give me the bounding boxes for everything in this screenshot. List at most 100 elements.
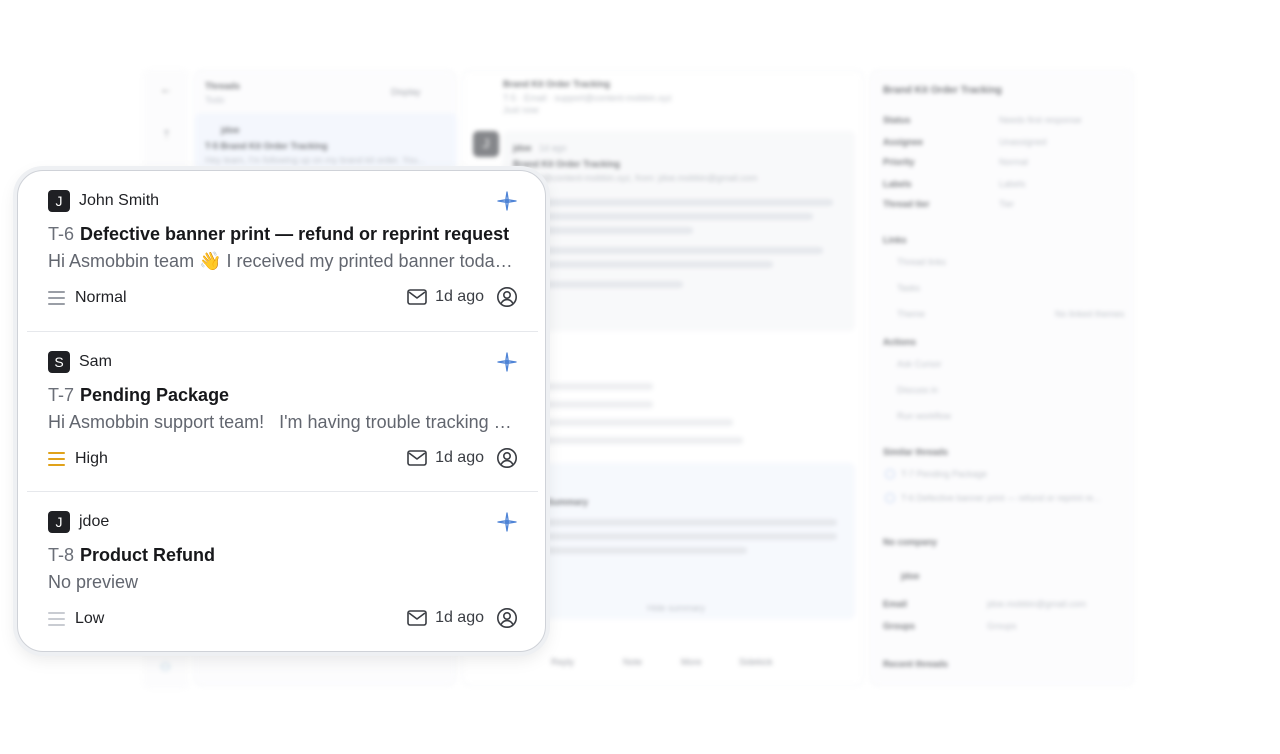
priority-label: Normal xyxy=(75,289,127,306)
user-circle-icon[interactable] xyxy=(496,286,518,308)
email-value: jdoe.mobbin@gmail.com xyxy=(987,599,1087,609)
thread-meta: 1d ago xyxy=(407,286,518,308)
sparkle-icon[interactable] xyxy=(496,511,518,533)
thread-title-row: T-6 Defective banner print — refund or re… xyxy=(48,222,518,246)
user-circle-icon[interactable] xyxy=(496,607,518,629)
user-icon: ⚇ xyxy=(160,660,171,674)
side-field-value: Unassigned xyxy=(999,137,1047,147)
no-themes: No linked themes xyxy=(1055,309,1125,319)
thread-preview: Hi Asmobbin support team! I'm having tro… xyxy=(48,412,518,432)
note-button: Note xyxy=(623,657,643,667)
thread-author: John Smith xyxy=(79,192,160,209)
thread-title-row: T-7 Pending Package xyxy=(48,383,518,407)
priority-low-icon xyxy=(48,612,65,626)
user-circle-icon[interactable] xyxy=(496,447,518,469)
thread-item[interactable]: J jdoe T-8 Product Refund No preview Low … xyxy=(27,491,538,651)
thread-preview: No preview xyxy=(48,572,139,592)
thread-time: 1d ago xyxy=(435,449,484,466)
thread-time: 1d ago xyxy=(435,609,484,626)
activity-line xyxy=(533,419,733,426)
thread-item[interactable]: S Sam T-7 Pending Package Hi Asmobbin sup… xyxy=(27,331,538,491)
run-workflow: Run workflow xyxy=(897,411,952,421)
conv-sub2: Just now xyxy=(503,105,539,115)
msg-time: 1d ago xyxy=(539,143,567,153)
priority-indicator[interactable]: Low xyxy=(48,609,104,629)
bg-avatar: J xyxy=(473,131,499,157)
thread-links: Thread links xyxy=(897,257,947,267)
thread-id: T-7 xyxy=(48,385,75,405)
msg-author: jdoe xyxy=(513,143,532,153)
groups-label: Groups xyxy=(883,621,916,631)
display-button: Display xyxy=(391,87,421,97)
activity-line xyxy=(533,383,653,390)
activity-line xyxy=(533,437,743,444)
summary-line xyxy=(547,519,837,526)
msg-text-line xyxy=(513,261,773,268)
side-field-key: Status xyxy=(883,115,911,125)
status-dot-icon xyxy=(885,469,895,479)
msg-to: support@content-mobbin.xyz, from: jdoe.m… xyxy=(513,173,758,183)
thread-author: jdoe xyxy=(79,513,110,530)
recent-threads: Recent threads xyxy=(883,659,949,669)
priority-indicator[interactable]: High xyxy=(48,449,108,469)
thread-list-card: J John Smith T-6 Defective banner print —… xyxy=(17,170,546,652)
thread-id: T-6 xyxy=(48,224,75,244)
similar-thread-2: T-6 Defective banner print — refund or r… xyxy=(901,493,1101,503)
discuss-in: Discuss in xyxy=(897,385,939,395)
side-title: Brand Kit Order Tracking xyxy=(883,85,1002,96)
details-panel: Brand Kit Order Tracking Status Needs fi… xyxy=(870,70,1134,686)
bg-thread-author: jdoe xyxy=(221,125,240,135)
more-button: More xyxy=(681,657,702,667)
mail-icon xyxy=(407,289,427,305)
bg-thread-preview: Hey team, I'm following up on my brand k… xyxy=(205,155,425,165)
thread-item[interactable]: J John Smith T-6 Defective banner print —… xyxy=(27,171,538,331)
avatar: J xyxy=(48,190,70,212)
thread-title: Defective banner print — refund or repri… xyxy=(80,224,510,244)
priority-high-icon xyxy=(48,452,65,466)
priority-label: High xyxy=(75,450,108,467)
msg-text-line xyxy=(513,199,833,206)
links-label: Links xyxy=(883,235,907,245)
sparkle-icon[interactable] xyxy=(496,190,518,212)
summary-box xyxy=(533,463,855,619)
side-field-value: Needs first response xyxy=(999,115,1082,125)
summary-line xyxy=(547,533,837,540)
mail-icon xyxy=(407,610,427,626)
sparkle-icon[interactable] xyxy=(496,351,518,373)
upload-icon: ⇡ xyxy=(162,129,172,141)
msg-text-line xyxy=(513,213,813,220)
priority-indicator[interactable]: Normal xyxy=(48,288,127,308)
status-dot-icon xyxy=(885,493,895,503)
thread-meta: 1d ago xyxy=(407,447,518,469)
side-field-value: Labels xyxy=(999,179,1026,189)
side-user: jdoe xyxy=(901,571,920,581)
hide-summary: Hide summary xyxy=(647,603,706,613)
email-label: Email xyxy=(883,599,908,609)
thread-author: Sam xyxy=(79,353,112,370)
sidekick-button: Sidekick xyxy=(739,657,773,667)
groups-value: Groups xyxy=(987,621,1017,631)
side-field-value: Tier xyxy=(999,199,1015,209)
conv-sub: T-5 · Email · support@content-mobbin.xyz xyxy=(503,93,672,103)
thread-id: T-8 xyxy=(48,545,75,565)
avatar: J xyxy=(48,511,70,533)
side-field-value: Normal xyxy=(999,157,1029,167)
msg-text-line xyxy=(513,247,823,254)
ask-cursor: Ask Cursor xyxy=(897,359,942,369)
similar-thread-1: T-7 Pending Package xyxy=(901,469,988,479)
msg-title: Brand Kit Order Tracking xyxy=(513,159,621,169)
summary-line xyxy=(547,547,747,554)
thread-meta: 1d ago xyxy=(407,607,518,629)
tasks-label: Tasks xyxy=(897,283,921,293)
thread-time: 1d ago xyxy=(435,288,484,305)
threads-filter: Todo xyxy=(205,95,225,105)
conv-title: Brand Kit Order Tracking xyxy=(503,79,611,89)
similar-threads: Similar threads xyxy=(883,447,949,457)
thread-preview: Hi Asmobbin team 👋 I received my printed… xyxy=(48,251,518,271)
thread-title: Pending Package xyxy=(80,385,230,405)
activity-line xyxy=(533,401,653,408)
side-field-key: Thread tier xyxy=(883,199,930,209)
priority-normal-icon xyxy=(48,291,65,305)
side-field-key: Labels xyxy=(883,179,912,189)
threads-header: Threads xyxy=(205,81,241,91)
